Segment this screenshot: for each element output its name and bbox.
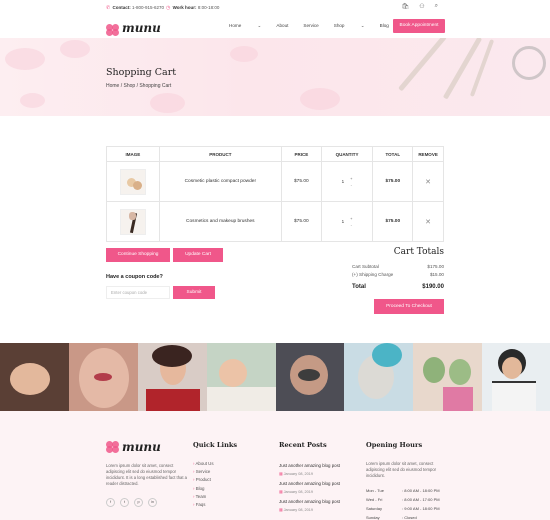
recent-posts-title: Recent Posts: [279, 441, 327, 449]
header: munu BEAUTY Home ⌄ About Service Shop ⌄ …: [0, 14, 550, 41]
hours-value: 8:00-18:00: [197, 5, 220, 10]
product-image[interactable]: [119, 168, 146, 195]
product-price: $75.00: [280, 202, 321, 241]
nav-home[interactable]: Home ⌄: [229, 23, 261, 29]
footer-about: Lorem ipsum dolor sit amet, consect adip…: [106, 463, 188, 486]
coupon-label: Have a coupon code?: [106, 274, 163, 280]
table-row: Cosmetic plastic compact powder $75.00 1…: [107, 161, 443, 201]
gallery-image[interactable]: [413, 343, 482, 411]
mirror-image: [512, 46, 546, 80]
breadcrumb[interactable]: Home / Shop / Shopping Cart: [106, 83, 171, 89]
gallery-image[interactable]: [482, 343, 550, 411]
cart-icon[interactable]: 🛍: [402, 3, 410, 10]
nav-shop[interactable]: Shop ⌄: [334, 23, 365, 29]
cart-table: IMAGE PRODUCT PRICE QUANTITY TOTAL REMOV…: [106, 146, 444, 242]
col-price: PRICE: [280, 147, 321, 161]
logo-flower-icon: [106, 24, 120, 36]
social-links: f t p in: [106, 498, 157, 507]
gallery-image[interactable]: [69, 343, 138, 411]
opening-hours-title: Opening Hours: [366, 441, 423, 449]
footer-link[interactable]: Team: [193, 494, 214, 502]
book-appointment-button[interactable]: Book Appointment: [393, 19, 445, 33]
table-header: IMAGE PRODUCT PRICE QUANTITY TOTAL REMOV…: [107, 147, 443, 161]
col-product: PRODUCT: [158, 147, 281, 161]
footer-link[interactable]: Blog: [193, 486, 214, 494]
pinterest-icon[interactable]: p: [134, 498, 143, 507]
continue-shopping-button[interactable]: Continue Shopping: [106, 248, 170, 262]
phone-icon: ✆: [106, 5, 111, 11]
decrease-icon: -: [350, 221, 352, 227]
quick-links: About Us Service Product Blog Team Faqs: [193, 461, 214, 510]
remove-icon[interactable]: ✕: [412, 202, 443, 241]
nav-service[interactable]: Service: [303, 23, 318, 29]
top-bar: ✆ Contact: 1-800-915-6270 ◷ Work hour: 8…: [0, 0, 550, 14]
quick-links-title: Quick Links: [193, 441, 238, 449]
user-icon[interactable]: ⚇: [419, 3, 424, 10]
facebook-icon[interactable]: f: [106, 498, 115, 507]
clock-icon: ◷: [166, 5, 171, 11]
hours-row: Saturday: 9:00 AM - 18:00 PM: [366, 506, 440, 511]
footer-link[interactable]: About Us: [193, 461, 213, 469]
recent-post[interactable]: Just another amazing blog postJanuary 08…: [279, 481, 340, 494]
work-hours: ◷ Work hour: 8:00-18:00: [166, 5, 219, 11]
col-image: IMAGE: [125, 151, 141, 157]
product-price: $75.00: [280, 162, 321, 201]
quantity-stepper[interactable]: 1 + -: [342, 216, 353, 228]
footer-logo-text: munu: [122, 440, 161, 454]
remove-icon[interactable]: ✕: [412, 162, 443, 201]
footer: munu Lorem ipsum dolor sit amet, consect…: [0, 411, 550, 520]
gallery-image[interactable]: [138, 343, 207, 411]
logo-flower-icon: [106, 441, 120, 453]
linkedin-icon[interactable]: in: [148, 498, 157, 507]
instagram-gallery: [0, 343, 550, 411]
recent-post[interactable]: Just another amazing blog postJanuary 08…: [279, 463, 340, 476]
product-total: $75.00: [372, 202, 412, 241]
page-title: Shopping Cart: [106, 67, 177, 78]
search-icon[interactable]: ⌕: [435, 3, 438, 10]
table-row: Cosmetics and makeup brushes $75.00 1 + - …: [107, 201, 443, 241]
opening-hours-text: Lorem ipsum dolor sit amet, consect adip…: [366, 461, 437, 478]
gallery-image[interactable]: [207, 343, 276, 411]
product-total: $75.00: [372, 162, 412, 201]
footer-logo[interactable]: munu: [106, 441, 161, 453]
shipping-row: (+) Shipping Charge $15.00: [352, 272, 444, 277]
footer-link[interactable]: Service: [193, 469, 214, 477]
update-cart-button[interactable]: Update Cart: [173, 248, 223, 262]
contact-info: ✆ Contact: 1-800-915-6270: [106, 5, 164, 11]
footer-link[interactable]: Faqs: [193, 502, 214, 510]
cart-totals-title: Cart Totals: [393, 247, 444, 257]
product-name[interactable]: Cosmetic plastic compact powder: [158, 162, 281, 201]
decrease-icon: -: [350, 181, 352, 187]
submit-coupon-button[interactable]: Submit: [173, 286, 215, 299]
twitter-icon[interactable]: t: [120, 498, 129, 507]
coupon-input[interactable]: Enter coupon code: [106, 286, 170, 299]
hours-row: Wed - Fri: 8:00 AM - 17:00 PM: [366, 497, 440, 502]
quantity-stepper[interactable]: 1 + -: [342, 176, 353, 188]
hours-row: Mon - Tue: 8:00 AM - 18:00 PM: [366, 488, 440, 493]
gallery-image[interactable]: [344, 343, 413, 411]
grand-total-row: Total $190.00: [352, 284, 444, 290]
footer-link[interactable]: Product: [193, 477, 214, 485]
contact-value: 1-800-915-6270: [131, 5, 165, 10]
product-name[interactable]: Cosmetics and makeup brushes: [158, 202, 281, 241]
hours-label: Work hour:: [172, 5, 197, 10]
product-image[interactable]: [119, 208, 146, 235]
subtotal-row: Cart Subtotal $175.00: [352, 264, 444, 269]
contact-label: Contact:: [112, 5, 131, 10]
logo-text: munu: [122, 21, 161, 35]
col-remove: REMOVE: [412, 147, 443, 161]
recent-post[interactable]: Just another amazing blog postJanuary 08…: [279, 499, 340, 512]
brush-image: [398, 38, 447, 92]
col-total: TOTAL: [372, 147, 412, 161]
gallery-image[interactable]: [0, 343, 69, 411]
gallery-image[interactable]: [276, 343, 344, 411]
page-hero: Shopping Cart Home / Shop / Shopping Car…: [0, 38, 550, 116]
col-quantity: QUANTITY: [320, 147, 373, 161]
brush-image: [442, 38, 483, 100]
checkout-button[interactable]: Proceed To Checkout: [374, 299, 444, 314]
nav-about[interactable]: About: [276, 23, 288, 29]
hours-row: Sunday: Closed: [366, 515, 417, 520]
